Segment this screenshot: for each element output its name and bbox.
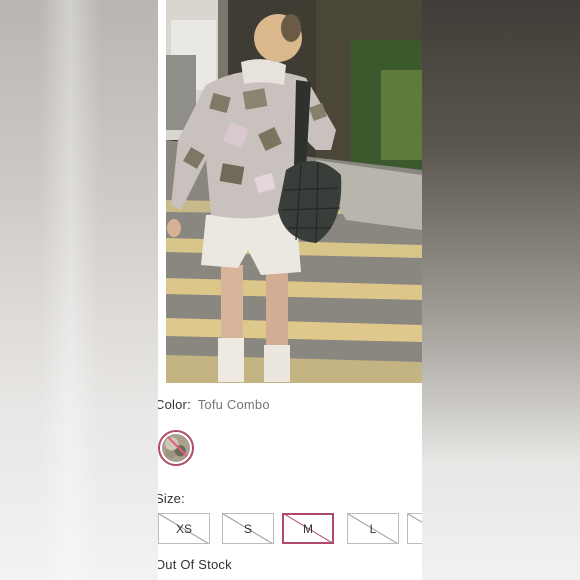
stock-status: Out Of Stock xyxy=(158,557,232,572)
product-photo-illustration xyxy=(166,0,422,383)
size-option-label: L xyxy=(369,521,377,536)
size-option-l[interactable]: L xyxy=(347,513,399,544)
size-label: Size: xyxy=(158,491,185,506)
blurred-background-left xyxy=(0,0,158,580)
color-row: Color: Tofu Combo xyxy=(158,397,270,412)
color-label: Color: xyxy=(158,397,191,412)
blurred-background-right xyxy=(422,0,580,580)
color-value: Tofu Combo xyxy=(197,397,270,412)
size-option-s[interactable]: S xyxy=(222,513,274,544)
size-option-m[interactable]: M xyxy=(282,513,334,544)
size-option-label: S xyxy=(243,521,252,536)
swatch-pattern xyxy=(162,434,190,462)
product-detail-panel: Color: Tofu Combo Size: XS S M L Out Of … xyxy=(158,0,422,580)
size-option-label: XS xyxy=(175,521,192,536)
product-photo[interactable] xyxy=(166,0,422,383)
size-option-label: M xyxy=(303,521,313,536)
color-swatch-tofu-combo[interactable] xyxy=(158,430,194,466)
size-options: XS S M L xyxy=(158,513,422,545)
size-option-xl[interactable] xyxy=(407,513,422,544)
size-option-xs[interactable]: XS xyxy=(158,513,210,544)
